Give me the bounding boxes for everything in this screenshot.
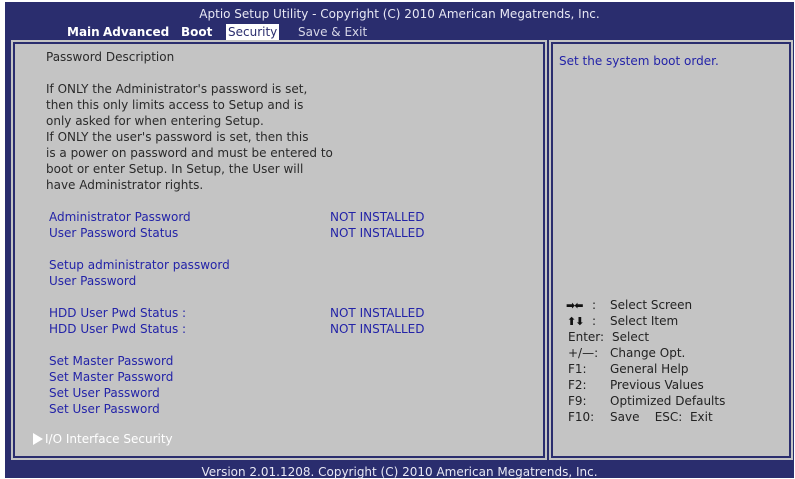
key-select-item-action: Select Item	[610, 314, 679, 328]
description-line: If ONLY the Administrator's password is …	[46, 82, 308, 96]
footer-version: Version 2.01.1208. Copyright (C) 2010 Am…	[201, 465, 598, 479]
key-f1-key: F1:	[568, 362, 587, 376]
user-password-item[interactable]: User Password	[49, 273, 136, 289]
user-password-status-value: NOT INSTALLED	[330, 226, 425, 240]
description-line: If ONLY the user's password is set, then…	[46, 130, 309, 144]
administrator-password-label: Administrator Password	[49, 210, 191, 224]
help-text: Set the system boot order.	[559, 54, 719, 68]
key-f10-key: F10:	[568, 410, 595, 424]
set-master-password-item[interactable]: Set Master Password	[49, 369, 173, 385]
up-down-arrows-icon: ⬆⬇	[567, 315, 584, 328]
set-user-password-item[interactable]: Set User Password	[49, 385, 160, 401]
key-f10-action: Save ESC: Exit	[610, 410, 713, 424]
tab-advanced[interactable]: Advanced	[103, 24, 169, 40]
set-user-password-item[interactable]: Set User Password	[49, 401, 160, 417]
key-f1-action: General Help	[610, 362, 689, 376]
tab-main[interactable]: Main	[67, 24, 100, 40]
description-heading: Password Description	[46, 50, 175, 64]
tab-boot[interactable]: Boot	[181, 24, 212, 40]
key-f2-action: Previous Values	[610, 378, 704, 392]
key-select-screen-action: Select Screen	[610, 298, 693, 312]
description-line: have Administrator rights.	[46, 178, 204, 192]
submenu-arrow-icon	[33, 433, 43, 445]
bios-screen: Aptio Setup Utility - Copyright (C) 2010…	[5, 2, 794, 479]
tab-security[interactable]: Security	[226, 24, 280, 40]
description-line: is a power on password and must be enter…	[46, 146, 333, 160]
administrator-password-value: NOT INSTALLED	[330, 210, 425, 224]
key-change-key: +/—:	[568, 346, 599, 360]
key-f2-key: F2:	[568, 378, 587, 392]
hdd-user-pwd-status-value: NOT INSTALLED	[330, 322, 425, 336]
description-line: only asked for when entering Setup.	[46, 114, 264, 128]
key-f9-key: F9:	[568, 394, 587, 408]
hdd-user-pwd-status-label: HDD User Pwd Status :	[49, 322, 187, 336]
key-enter-action: Select	[612, 330, 650, 344]
header-title: Aptio Setup Utility - Copyright (C) 2010…	[199, 7, 600, 21]
help-panel: Set the system boot order. ➡⬅ : Select S…	[549, 40, 793, 460]
io-interface-security-label: I/O Interface Security	[45, 432, 173, 446]
setup-administrator-password-item[interactable]: Setup administrator password	[49, 257, 230, 273]
description-line: boot or enter Setup. In Setup, the User …	[46, 162, 304, 176]
menu-bar: Main Advanced Boot Security Save & Exit	[5, 24, 794, 40]
key-select-item-key: :	[592, 314, 597, 328]
key-f9-action: Optimized Defaults	[610, 394, 726, 408]
main-panel: Password Description If ONLY the Adminis…	[11, 40, 547, 460]
hdd-user-pwd-status-value: NOT INSTALLED	[330, 306, 425, 320]
hdd-user-pwd-status-label: HDD User Pwd Status :	[49, 306, 187, 320]
key-change-action: Change Opt.	[610, 346, 686, 360]
key-enter-key: Enter:	[568, 330, 605, 344]
key-select-screen-key: :	[592, 298, 597, 312]
set-master-password-item[interactable]: Set Master Password	[49, 353, 173, 369]
io-interface-security-item[interactable]: I/O Interface Security	[33, 431, 233, 447]
tab-save-exit[interactable]: Save & Exit	[298, 24, 367, 40]
left-right-arrows-icon: ➡⬅	[566, 299, 583, 312]
description-line: then this only limits access to Setup an…	[46, 98, 304, 112]
user-password-status-label: User Password Status	[49, 226, 179, 240]
